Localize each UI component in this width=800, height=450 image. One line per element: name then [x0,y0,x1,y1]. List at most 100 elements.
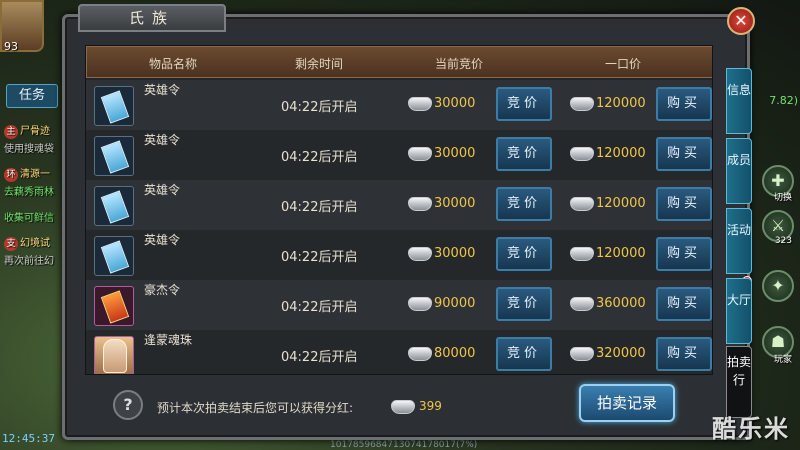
player-level: 93 [4,40,18,53]
quest-side[interactable]: 支幻境试 [4,234,70,251]
remaining-time: 04:22后开启 [281,250,358,265]
buy-button[interactable]: 购买 [656,287,712,321]
item-icon[interactable] [94,336,134,374]
current-bid: 90000 [434,296,476,311]
silver-icon [408,147,432,161]
item-icon[interactable] [94,286,134,326]
silver-icon [408,97,432,111]
silver-icon [391,400,415,414]
quest-side-desc: 再次前往幻 [4,256,54,267]
bid-button[interactable]: 竞价 [496,137,552,171]
item-icon[interactable] [94,136,134,176]
item-glyph [100,190,130,224]
remaining-time: 04:22后开启 [281,100,358,115]
silver-icon [408,347,432,361]
item-name: 英雄令 [144,133,181,147]
buy-button[interactable]: 购买 [656,87,712,121]
silver-icon [570,347,594,361]
buyout-price: 120000 [596,196,646,211]
bottom-bar: ? 预计本次拍卖结束后您可以获得分红: 399 拍卖记录 [85,380,713,428]
header-buyout: 一口价 [605,57,642,71]
current-bid: 30000 [434,246,476,261]
bid-button[interactable]: 竞价 [496,187,552,221]
item-glyph [103,339,127,373]
watermark: 酷乐米 [712,415,790,443]
buy-button[interactable]: 购买 [656,137,712,171]
close-button[interactable]: ✕ [727,7,755,35]
item-name: 英雄令 [144,233,181,247]
current-bid: 30000 [434,96,476,111]
switch-label: 切换 [773,193,792,203]
item-icon[interactable] [94,186,134,226]
sword-count: 323 [774,236,792,246]
auction-list: 物品名称 剩余时间 当前竞价 一口价 英雄令 04:22后开启 30000 竞价 120… [85,45,713,375]
item-name: 英雄令 [144,83,181,97]
table-header: 物品名称 剩余时间 当前竞价 一口价 [86,46,712,78]
player-label: 玩家 [773,355,792,365]
item-name: 英雄令 [144,183,181,197]
bonus-text: 预计本次拍卖结束后您可以获得分红: [157,401,354,415]
quest-tag: 主 [4,125,18,139]
buy-button[interactable]: 购买 [656,337,712,371]
bid-button[interactable]: 竞价 [496,287,552,321]
current-bid: 30000 [434,146,476,161]
table-row: 英雄令 04:22后开启 30000 竞价 120000 购买 [86,180,712,230]
silver-icon [570,297,594,311]
table-row: 豪杰令 04:22后开启 90000 竞价 360000 购买 [86,280,712,330]
tab-hall[interactable]: 大厅 [726,278,752,344]
item-name: 豪杰令 [144,283,181,297]
map-coords: 7.82) [769,94,798,107]
quest-loop-desc: 去藕秀雨林 [4,187,54,198]
bid-button[interactable]: 竞价 [496,87,552,121]
current-bid: 80000 [434,346,476,361]
quest-title: 清源一 [20,169,50,180]
tab-activities[interactable]: 活动 [726,208,752,274]
table-row: 英雄令 04:22后开启 30000 竞价 120000 购买 [86,80,712,130]
quest-title: 尸骨迹 [20,126,50,137]
buyout-price: 120000 [596,246,646,261]
footer-id: 1017859684713074178017(7%) [330,440,478,450]
quest-main-desc: 使用搜魂袋 [4,144,54,155]
panel-title: 氏族 [78,4,226,32]
silver-icon [408,197,432,211]
clock: 12:45:37 [2,432,55,445]
table-row: 英雄令 04:22后开启 30000 竞价 120000 购买 [86,130,712,180]
item-glyph [100,140,130,174]
game-screen: 93 任务 主尸骨迹 使用搜魂袋 环清源一 去藕秀雨林 收集可鲜信 支幻境试 再… [0,0,800,450]
current-bid: 30000 [434,196,476,211]
buyout-price: 320000 [596,346,646,361]
buy-button[interactable]: 购买 [656,187,712,221]
buyout-price: 120000 [596,96,646,111]
buy-button[interactable]: 购买 [656,237,712,271]
bid-button[interactable]: 竞价 [496,237,552,271]
task-tab[interactable]: 任务 [6,84,58,108]
silver-icon [570,247,594,261]
item-icon[interactable] [94,86,134,126]
remaining-time: 04:22后开启 [281,150,358,165]
quest-main[interactable]: 主尸骨迹 [4,122,70,139]
help-icon[interactable]: ? [113,390,143,420]
tab-members[interactable]: 成员 [726,138,752,204]
silver-icon [570,197,594,211]
bonus-value: 399 [419,399,442,413]
quest-loop[interactable]: 环清源一 [4,165,70,182]
remaining-time: 04:22后开启 [281,300,358,315]
item-icon[interactable] [94,236,134,276]
quest-tag: 支 [4,237,18,251]
buyout-price: 120000 [596,146,646,161]
silver-icon [408,247,432,261]
skill-icon[interactable]: ✦ [762,270,794,302]
quest-loop-desc-2: 收集可鲜信 [4,213,54,224]
header-item-name: 物品名称 [149,57,198,71]
tab-info[interactable]: 信息 [726,68,752,134]
remaining-time: 04:22后开启 [281,200,358,215]
item-glyph [100,240,130,274]
tab-auction[interactable]: 拍卖行 [726,346,752,418]
bid-button[interactable]: 竞价 [496,337,552,371]
remaining-time: 04:22后开启 [281,350,358,365]
right-hud: 7.82) ✚ 切换 ⚔ 323 ✦ ☗ 玩家 [748,0,800,450]
header-remaining-time: 剩余时间 [295,57,344,71]
silver-icon [570,147,594,161]
auction-record-button[interactable]: 拍卖记录 [579,384,675,422]
left-hud: 93 任务 主尸骨迹 使用搜魂袋 环清源一 去藕秀雨林 收集可鲜信 支幻境试 再… [0,0,70,450]
